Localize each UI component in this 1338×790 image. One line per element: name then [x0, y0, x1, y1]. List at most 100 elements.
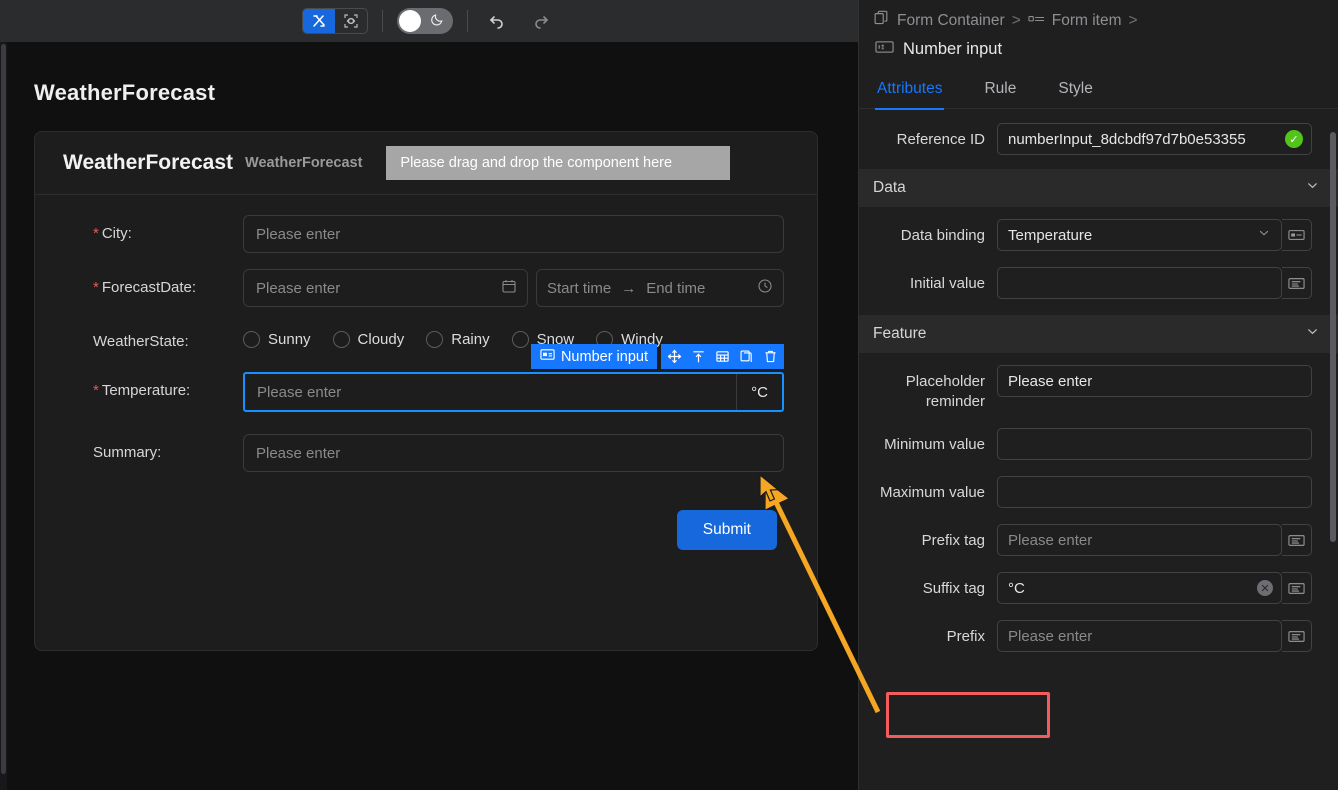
data-binding-value: Temperature [1008, 226, 1093, 244]
bind-field-icon[interactable] [1282, 219, 1312, 251]
canvas-scrollbar[interactable] [0, 42, 7, 790]
radio-cloudy-label: Cloudy [357, 331, 405, 348]
label-temperature: * Temperature: [63, 372, 243, 399]
row-placeholder-reminder: Placeholder reminder Please enter [859, 353, 1338, 420]
label-initial-value: Initial value [909, 275, 985, 292]
end-time-placeholder: End time [646, 279, 706, 297]
prefix-placeholder: Please enter [1008, 627, 1093, 645]
city-input[interactable]: Please enter [243, 215, 784, 253]
page-title: WeatherForecast [34, 80, 216, 105]
clock-icon [757, 278, 773, 298]
prefix-input[interactable]: Please enter [997, 620, 1282, 652]
field-data-binding: Temperature [997, 219, 1312, 251]
current-component: Number input [859, 34, 1338, 69]
preview-frame-icon[interactable] [335, 9, 367, 33]
field-placeholder-reminder: Please enter [997, 365, 1312, 397]
label-weather-state-text: WeatherState: [93, 333, 189, 350]
layout-grid-icon[interactable] [715, 349, 730, 364]
radio-dot-icon [332, 331, 350, 348]
initial-value-input[interactable] [997, 267, 1282, 299]
row-reference-id: Reference ID numberInput_8dcbdf97d7b0e53… [859, 109, 1338, 169]
label-data-binding: Data binding [900, 227, 985, 244]
row-suffix-tag: Suffix tag °C ✕ [859, 564, 1338, 612]
expression-icon[interactable] [1282, 620, 1312, 652]
copy-icon[interactable] [739, 349, 754, 364]
placeholder-reminder-input[interactable]: Please enter [997, 365, 1312, 397]
field-suffix-tag: °C ✕ [997, 572, 1312, 604]
row-minimum-value: Minimum value [859, 420, 1338, 468]
reference-id-input[interactable]: numberInput_8dcbdf97d7b0e53355 ✓ [997, 123, 1312, 155]
data-binding-select[interactable]: Temperature [997, 219, 1282, 251]
submit-button[interactable]: Submit [676, 510, 777, 550]
forecast-time-range[interactable]: Start time → End time [536, 269, 784, 307]
tab-style[interactable]: Style [1058, 69, 1092, 109]
placeholder-reminder-value: Please enter [1008, 372, 1093, 390]
chevron-down-icon [1305, 178, 1320, 198]
radio-sunny[interactable]: Sunny [243, 331, 311, 348]
selected-component-tag[interactable]: Number input [530, 344, 657, 369]
move-icon[interactable] [667, 349, 682, 364]
mode-toggle-group[interactable] [302, 8, 368, 34]
expression-icon[interactable] [1282, 524, 1312, 556]
form-body: * City: Please enter * ForecastDate: Ple… [35, 195, 817, 576]
canvas-inner: WeatherForecast WeatherForecast WeatherF… [8, 42, 858, 790]
form-item-icon [1028, 12, 1045, 30]
temperature-number-input[interactable]: Please enter °C [243, 372, 784, 412]
form-canvas: WeatherForecast WeatherForecast WeatherF… [0, 42, 858, 790]
expression-icon[interactable] [1282, 267, 1312, 299]
redo-arrow-icon[interactable] [526, 7, 556, 35]
range-arrow-icon: → [621, 279, 637, 297]
breadcrumb-form-item[interactable]: Form item [1052, 12, 1122, 30]
delete-icon[interactable] [763, 349, 778, 364]
component-selection-toolbar: Number input [530, 344, 784, 369]
control-temperature: Number input Please enter °C [243, 344, 784, 412]
drop-zone-hint[interactable]: Please drag and drop the component here [386, 146, 731, 180]
minimum-value-input[interactable] [997, 428, 1312, 460]
row-maximum-value: Maximum value [859, 468, 1338, 516]
maximum-value-input[interactable] [997, 476, 1312, 508]
radio-dot-icon [511, 331, 529, 348]
clear-circle-icon[interactable]: ✕ [1257, 580, 1273, 596]
panel-scrollbar[interactable] [1329, 132, 1337, 780]
field-reference-id: numberInput_8dcbdf97d7b0e53355 ✓ [997, 123, 1312, 155]
breadcrumb-separator: > [1128, 12, 1138, 29]
prefix-tag-input[interactable]: Please enter [997, 524, 1282, 556]
tab-rule[interactable]: Rule [984, 69, 1016, 109]
summary-input-placeholder: Please enter [256, 444, 341, 462]
label-prefix: Prefix [946, 628, 985, 645]
label-reference-id: Reference ID [896, 131, 985, 148]
form-card-subtitle: WeatherForecast [245, 155, 363, 171]
section-header-data[interactable]: Data [859, 169, 1338, 207]
required-asterisk: * [93, 225, 99, 242]
radio-rainy-label: Rainy [451, 331, 490, 348]
design-pen-icon[interactable] [303, 9, 335, 33]
control-summary: Please enter [243, 434, 784, 472]
label-forecast-date-text: ForecastDate: [101, 279, 197, 296]
field-prefix: Please enter [997, 620, 1312, 652]
field-initial-value [997, 267, 1312, 299]
label-minimum-value: Minimum value [884, 436, 985, 453]
suffix-tag-input[interactable]: °C ✕ [997, 572, 1282, 604]
tab-attributes[interactable]: Attributes [874, 69, 945, 110]
temperature-suffix-addon[interactable]: °C [736, 374, 782, 410]
breadcrumb-form-container[interactable]: Form Container [897, 12, 1005, 30]
theme-toggle-knob [399, 10, 421, 32]
city-input-placeholder: Please enter [256, 225, 341, 243]
forecast-date-input[interactable]: Please enter [243, 269, 528, 307]
section-header-feature[interactable]: Feature [859, 315, 1338, 353]
radio-cloudy[interactable]: Cloudy [332, 331, 405, 348]
moon-icon [430, 12, 445, 32]
start-time-placeholder: Start time [547, 279, 612, 297]
theme-toggle[interactable] [397, 8, 453, 34]
insert-above-icon[interactable] [691, 349, 706, 364]
undo-arrow-icon[interactable] [482, 7, 512, 35]
summary-input[interactable]: Please enter [243, 434, 784, 472]
temperature-input-field[interactable]: Please enter [245, 374, 736, 410]
radio-rainy[interactable]: Rainy [426, 331, 490, 348]
row-prefix: Prefix Please enter [859, 612, 1338, 660]
app-root: WeatherForecast WeatherForecast WeatherF… [0, 0, 1338, 790]
row-data-binding: Data binding Temperature [859, 207, 1338, 259]
toolbar-divider-2 [467, 10, 468, 32]
breadcrumb-separator: > [1011, 12, 1021, 29]
expression-icon[interactable] [1282, 572, 1312, 604]
